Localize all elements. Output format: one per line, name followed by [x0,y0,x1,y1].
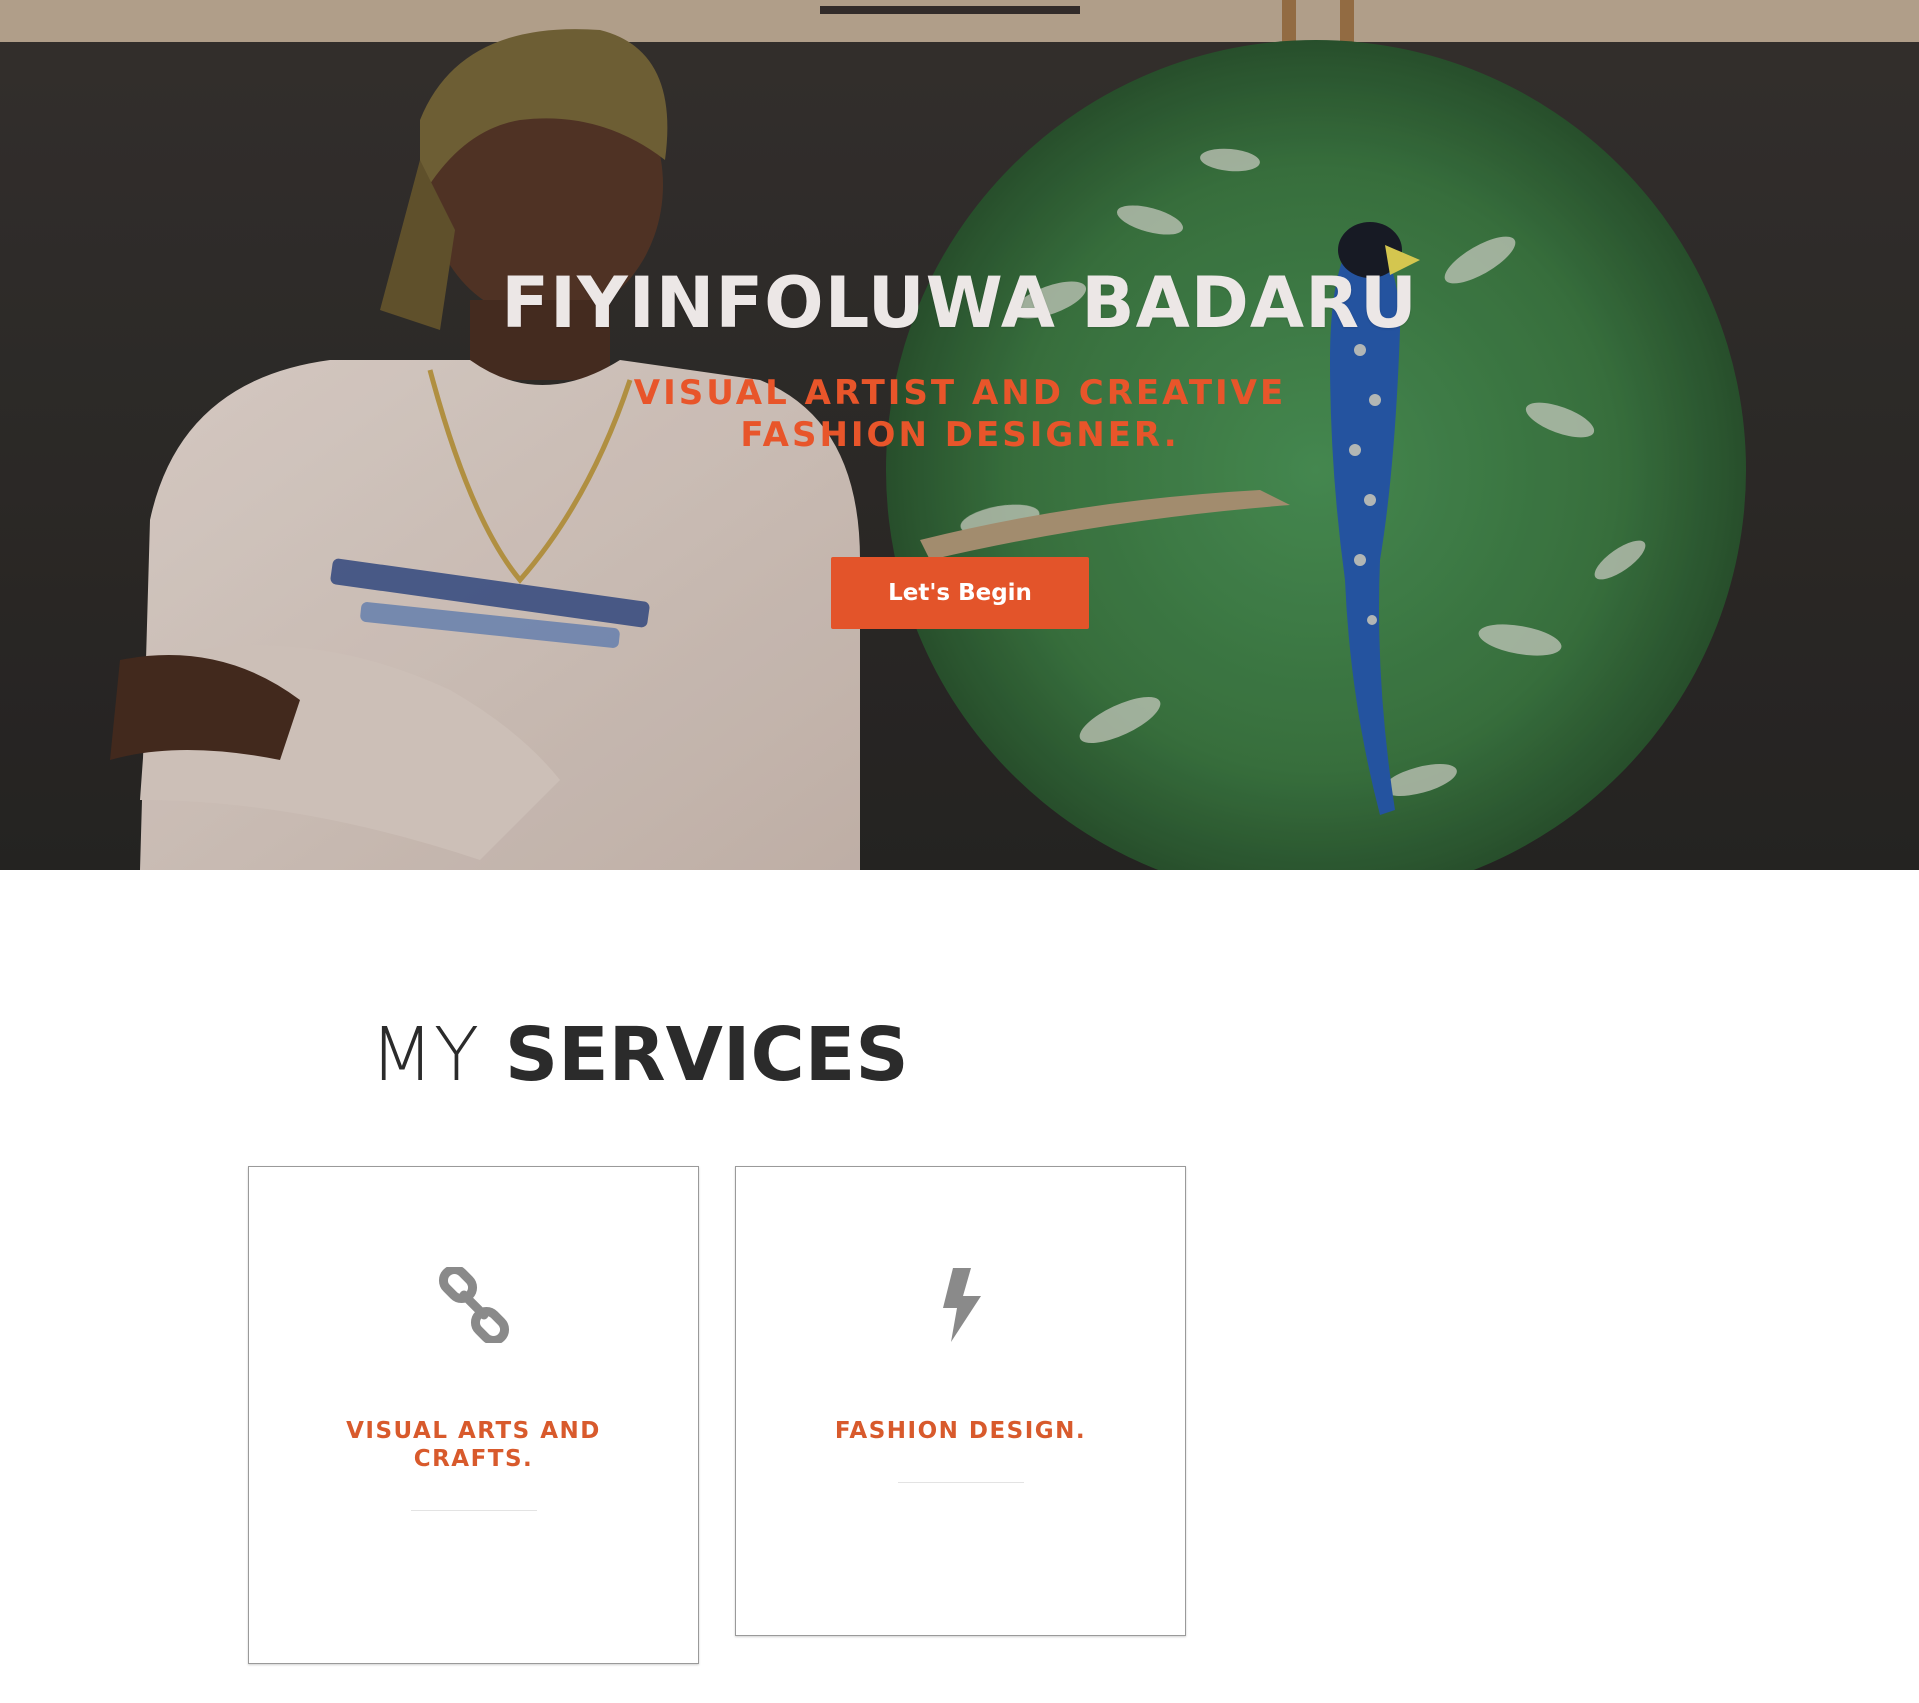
hero-subtitle: VISUAL ARTIST AND CREATIVE FASHION DESIG… [633,373,1287,455]
service-title: VISUAL ARTS AND CRAFTS. [346,1418,601,1472]
hero-section: FIYINFOLUWA BADARU VISUAL ARTIST AND CRE… [0,0,1919,870]
service-card-fashion-design[interactable]: FASHION DESIGN. [735,1166,1186,1636]
services-heading-bold: SERVICES [504,1012,909,1098]
hero-title: FIYINFOLUWA BADARU [501,262,1418,344]
lets-begin-button[interactable]: Let's Begin [831,557,1089,629]
service-card-visual-arts[interactable]: VISUAL ARTS AND CRAFTS. [248,1166,699,1664]
card-divider [897,1482,1024,1483]
card-divider [410,1510,537,1511]
service-title: FASHION DESIGN. [834,1418,1087,1444]
services-heading: MY SERVICES [370,1012,909,1098]
lightning-bolt-icon [921,1265,1001,1345]
hero-content: FIYINFOLUWA BADARU VISUAL ARTIST AND CRE… [0,0,1919,870]
link-icon [434,1265,514,1345]
services-heading-light: MY [370,1012,480,1098]
